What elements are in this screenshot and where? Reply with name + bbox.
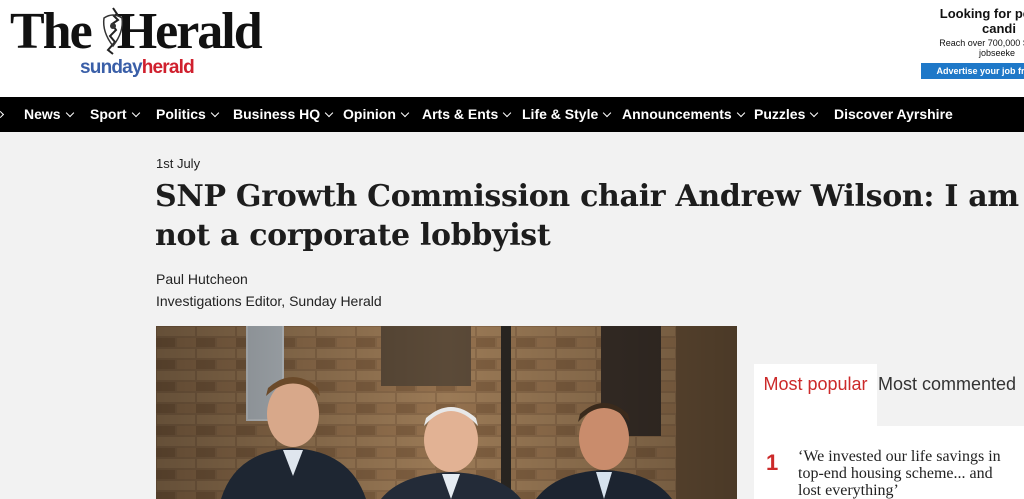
popular-list: 1 ‘We invested our life savings in top-e… xyxy=(754,426,1024,499)
list-item-link[interactable]: ‘We invested our life savings in top-end… xyxy=(798,448,1008,499)
nav-item-life-style[interactable]: Life & Style xyxy=(522,97,612,132)
nav-item-politics[interactable]: Politics xyxy=(156,97,220,132)
nav-item-opinion[interactable]: Opinion xyxy=(343,97,410,132)
author-name[interactable]: Paul Hutcheon xyxy=(156,271,248,287)
nav-item-arts-ents[interactable]: Arts & Ents xyxy=(422,97,512,132)
nav-item-business-hq[interactable]: Business HQ xyxy=(233,97,334,132)
nav-item-discover-ayrshire[interactable]: Discover Ayrshire xyxy=(834,97,953,132)
crest-icon xyxy=(102,7,124,55)
tab-most-commented[interactable]: Most commented xyxy=(877,364,1017,426)
nav-item-sport[interactable]: Sport xyxy=(90,97,140,132)
article-photo xyxy=(156,326,737,499)
chevron-down-icon xyxy=(210,108,220,118)
chevron-down-icon xyxy=(65,108,74,118)
chevron-down-icon xyxy=(502,108,512,118)
chevron-down-icon xyxy=(324,108,334,118)
nav-item-announcements[interactable]: Announcements xyxy=(622,97,745,132)
herald-logo[interactable]: The Herald xyxy=(10,2,263,62)
chevron-down-icon xyxy=(810,108,819,118)
chevron-down-icon xyxy=(736,108,745,118)
nav-item-news[interactable]: News xyxy=(24,97,74,132)
main-nav: News Sport Politics Business HQ Opinion … xyxy=(0,97,1024,132)
popular-tabs: Most popular Most commented xyxy=(754,364,1024,426)
jobs-advert[interactable]: Looking for perfect candi Reach over 700… xyxy=(920,0,1024,97)
nav-scroll-left-icon[interactable] xyxy=(0,110,5,119)
tab-most-popular[interactable]: Most popular xyxy=(754,364,877,426)
article-date: 1st July xyxy=(156,156,201,171)
sunday-herald-sublogo: sundayherald xyxy=(80,57,195,78)
nav-item-puzzles[interactable]: Puzzles xyxy=(754,97,819,132)
logo-word-herald: Herald xyxy=(116,3,263,60)
advertise-job-button[interactable]: Advertise your job fron xyxy=(921,63,1024,79)
chevron-down-icon xyxy=(603,108,612,118)
logo-word-the: The xyxy=(10,3,93,60)
photo-illustration xyxy=(156,326,737,499)
chevron-down-icon xyxy=(131,108,140,118)
ad-headline: Looking for perfect candi xyxy=(939,6,1024,36)
author-role: Investigations Editor, Sunday Herald xyxy=(156,293,382,309)
chevron-down-icon xyxy=(400,108,410,118)
masthead: The Herald sundayherald Looking for perfe… xyxy=(0,0,1024,97)
list-rank: 1 xyxy=(766,450,779,475)
ad-subtext: Reach over 700,000 Scottish jobseeke xyxy=(939,38,1024,58)
article-headline: SNP Growth Commission chair Andrew Wilso… xyxy=(155,179,1019,253)
